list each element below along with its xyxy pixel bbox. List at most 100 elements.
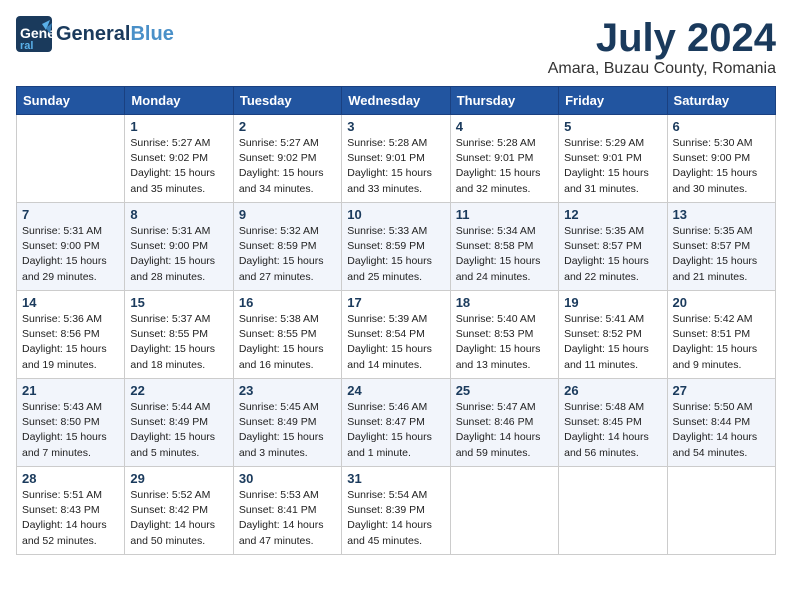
day-number: 11 [456, 207, 553, 222]
calendar-header: SundayMondayTuesdayWednesdayThursdayFrid… [17, 87, 776, 115]
column-header-tuesday: Tuesday [233, 87, 341, 115]
day-info: Sunrise: 5:34 AM Sunset: 8:58 PM Dayligh… [456, 224, 553, 285]
day-info: Sunrise: 5:35 AM Sunset: 8:57 PM Dayligh… [564, 224, 661, 285]
day-number: 6 [673, 119, 770, 134]
day-number: 13 [673, 207, 770, 222]
calendar-table: SundayMondayTuesdayWednesdayThursdayFrid… [16, 86, 776, 555]
calendar-week-1: 7 Sunrise: 5:31 AM Sunset: 9:00 PM Daylig… [17, 203, 776, 291]
day-info: Sunrise: 5:27 AM Sunset: 9:02 PM Dayligh… [130, 136, 227, 197]
day-info: Sunrise: 5:54 AM Sunset: 8:39 PM Dayligh… [347, 488, 444, 549]
day-info: Sunrise: 5:42 AM Sunset: 8:51 PM Dayligh… [673, 312, 770, 373]
calendar-cell: 11 Sunrise: 5:34 AM Sunset: 8:58 PM Dayli… [450, 203, 558, 291]
calendar-week-2: 14 Sunrise: 5:36 AM Sunset: 8:56 PM Dayli… [17, 291, 776, 379]
day-number: 21 [22, 383, 119, 398]
calendar-week-4: 28 Sunrise: 5:51 AM Sunset: 8:43 PM Dayli… [17, 467, 776, 555]
day-info: Sunrise: 5:36 AM Sunset: 8:56 PM Dayligh… [22, 312, 119, 373]
day-number: 7 [22, 207, 119, 222]
day-info: Sunrise: 5:32 AM Sunset: 8:59 PM Dayligh… [239, 224, 336, 285]
day-info: Sunrise: 5:41 AM Sunset: 8:52 PM Dayligh… [564, 312, 661, 373]
day-number: 20 [673, 295, 770, 310]
day-number: 5 [564, 119, 661, 134]
day-info: Sunrise: 5:44 AM Sunset: 8:49 PM Dayligh… [130, 400, 227, 461]
day-info: Sunrise: 5:29 AM Sunset: 9:01 PM Dayligh… [564, 136, 661, 197]
day-number: 18 [456, 295, 553, 310]
day-number: 10 [347, 207, 444, 222]
calendar-cell: 26 Sunrise: 5:48 AM Sunset: 8:45 PM Dayli… [559, 379, 667, 467]
day-info: Sunrise: 5:31 AM Sunset: 9:00 PM Dayligh… [22, 224, 119, 285]
column-header-friday: Friday [559, 87, 667, 115]
column-header-wednesday: Wednesday [342, 87, 450, 115]
day-number: 16 [239, 295, 336, 310]
calendar-cell [559, 467, 667, 555]
column-header-saturday: Saturday [667, 87, 775, 115]
calendar-week-3: 21 Sunrise: 5:43 AM Sunset: 8:50 PM Dayli… [17, 379, 776, 467]
day-number: 31 [347, 471, 444, 486]
calendar-cell: 7 Sunrise: 5:31 AM Sunset: 9:00 PM Daylig… [17, 203, 125, 291]
calendar-cell: 2 Sunrise: 5:27 AM Sunset: 9:02 PM Daylig… [233, 115, 341, 203]
day-info: Sunrise: 5:31 AM Sunset: 9:00 PM Dayligh… [130, 224, 227, 285]
calendar-week-0: 1 Sunrise: 5:27 AM Sunset: 9:02 PM Daylig… [17, 115, 776, 203]
page-header: Gene ral GeneralBlue July 2024 Amara, Bu… [16, 16, 776, 78]
day-number: 1 [130, 119, 227, 134]
calendar-cell: 10 Sunrise: 5:33 AM Sunset: 8:59 PM Dayli… [342, 203, 450, 291]
day-info: Sunrise: 5:33 AM Sunset: 8:59 PM Dayligh… [347, 224, 444, 285]
calendar-cell: 21 Sunrise: 5:43 AM Sunset: 8:50 PM Dayli… [17, 379, 125, 467]
day-info: Sunrise: 5:45 AM Sunset: 8:49 PM Dayligh… [239, 400, 336, 461]
month-title: July 2024 [548, 16, 776, 60]
calendar-cell [450, 467, 558, 555]
day-number: 14 [22, 295, 119, 310]
location: Amara, Buzau County, Romania [548, 60, 776, 78]
day-number: 24 [347, 383, 444, 398]
day-info: Sunrise: 5:28 AM Sunset: 9:01 PM Dayligh… [456, 136, 553, 197]
day-number: 27 [673, 383, 770, 398]
day-info: Sunrise: 5:46 AM Sunset: 8:47 PM Dayligh… [347, 400, 444, 461]
column-header-monday: Monday [125, 87, 233, 115]
day-info: Sunrise: 5:50 AM Sunset: 8:44 PM Dayligh… [673, 400, 770, 461]
day-number: 25 [456, 383, 553, 398]
calendar-cell [17, 115, 125, 203]
day-info: Sunrise: 5:52 AM Sunset: 8:42 PM Dayligh… [130, 488, 227, 549]
day-info: Sunrise: 5:53 AM Sunset: 8:41 PM Dayligh… [239, 488, 336, 549]
calendar-cell: 5 Sunrise: 5:29 AM Sunset: 9:01 PM Daylig… [559, 115, 667, 203]
calendar-cell: 15Sunrise: 5:37 AM Sunset: 8:55 PM Dayli… [125, 291, 233, 379]
calendar-cell: 3 Sunrise: 5:28 AM Sunset: 9:01 PM Daylig… [342, 115, 450, 203]
logo: Gene ral GeneralBlue [16, 16, 174, 52]
day-number: 29 [130, 471, 227, 486]
day-info: Sunrise: 5:43 AM Sunset: 8:50 PM Dayligh… [22, 400, 119, 461]
day-info: Sunrise: 5:35 AM Sunset: 8:57 PM Dayligh… [673, 224, 770, 285]
column-header-thursday: Thursday [450, 87, 558, 115]
day-info: Sunrise: 5:27 AM Sunset: 9:02 PM Dayligh… [239, 136, 336, 197]
day-number: 17 [347, 295, 444, 310]
day-number: 12 [564, 207, 661, 222]
calendar-cell: 6Sunrise: 5:30 AM Sunset: 9:00 PM Daylig… [667, 115, 775, 203]
calendar-cell [667, 467, 775, 555]
day-number: 30 [239, 471, 336, 486]
day-info: Sunrise: 5:37 AM Sunset: 8:55 PM Dayligh… [130, 312, 227, 373]
day-info: Sunrise: 5:39 AM Sunset: 8:54 PM Dayligh… [347, 312, 444, 373]
day-info: Sunrise: 5:28 AM Sunset: 9:01 PM Dayligh… [347, 136, 444, 197]
day-number: 2 [239, 119, 336, 134]
day-info: Sunrise: 5:47 AM Sunset: 8:46 PM Dayligh… [456, 400, 553, 461]
calendar-cell: 8 Sunrise: 5:31 AM Sunset: 9:00 PM Daylig… [125, 203, 233, 291]
day-number: 26 [564, 383, 661, 398]
day-number: 22 [130, 383, 227, 398]
day-number: 19 [564, 295, 661, 310]
calendar-cell: 22 Sunrise: 5:44 AM Sunset: 8:49 PM Dayli… [125, 379, 233, 467]
day-number: 28 [22, 471, 119, 486]
logo-text: GeneralBlue [56, 23, 174, 45]
calendar-cell: 28 Sunrise: 5:51 AM Sunset: 8:43 PM Dayli… [17, 467, 125, 555]
column-header-sunday: Sunday [17, 87, 125, 115]
calendar-cell: 16Sunrise: 5:38 AM Sunset: 8:55 PM Dayli… [233, 291, 341, 379]
calendar-cell: 27 Sunrise: 5:50 AM Sunset: 8:44 PM Dayli… [667, 379, 775, 467]
logo-icon: Gene ral [16, 16, 52, 52]
calendar-cell: 1 Sunrise: 5:27 AM Sunset: 9:02 PM Daylig… [125, 115, 233, 203]
title-block: July 2024 Amara, Buzau County, Romania [548, 16, 776, 78]
day-info: Sunrise: 5:48 AM Sunset: 8:45 PM Dayligh… [564, 400, 661, 461]
day-info: Sunrise: 5:51 AM Sunset: 8:43 PM Dayligh… [22, 488, 119, 549]
calendar-cell: 4Sunrise: 5:28 AM Sunset: 9:01 PM Daylig… [450, 115, 558, 203]
day-number: 8 [130, 207, 227, 222]
calendar-cell: 12 Sunrise: 5:35 AM Sunset: 8:57 PM Dayli… [559, 203, 667, 291]
calendar-cell: 23Sunrise: 5:45 AM Sunset: 8:49 PM Dayli… [233, 379, 341, 467]
calendar-cell: 24 Sunrise: 5:46 AM Sunset: 8:47 PM Dayli… [342, 379, 450, 467]
day-number: 3 [347, 119, 444, 134]
